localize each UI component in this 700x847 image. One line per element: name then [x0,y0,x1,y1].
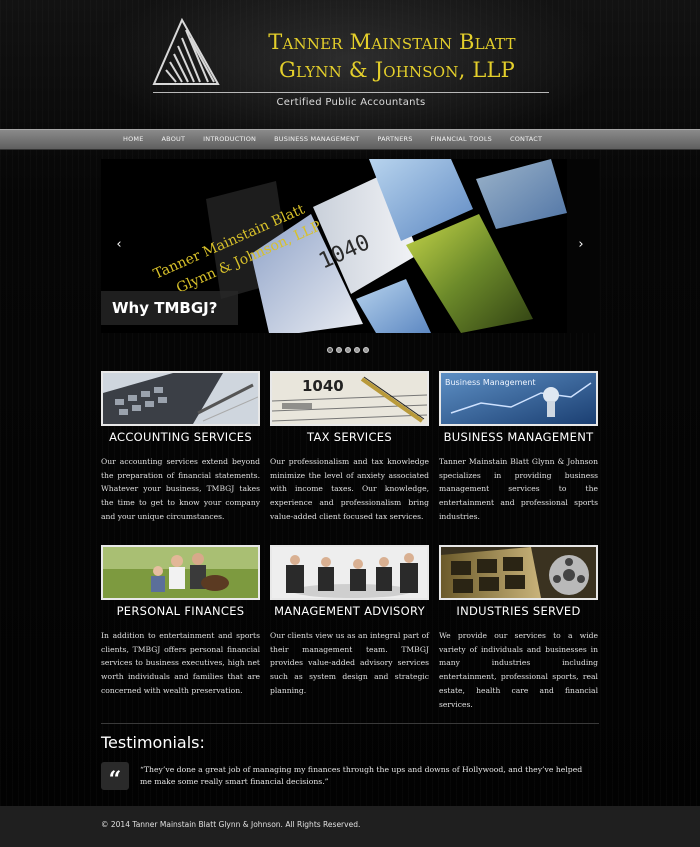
business-image-label: Business Management [445,378,536,387]
service-title[interactable]: MANAGEMENT ADVISORY [270,604,429,620]
service-description: Our professionalism and tax knowledge mi… [270,457,429,521]
firm-logo-icon[interactable] [152,18,222,88]
logo-divider [153,92,549,93]
service-description: Our accounting services extend beyond th… [101,457,260,521]
firm-name-line2: Glynn & Johnson, LLP [279,58,515,82]
tax-image-label: 1040 [302,377,344,395]
firm-name-line1: Tanner Mainstain Blatt [268,30,516,54]
firm-name[interactable]: Tanner Mainstain Blatt Glynn & Johnson, … [222,28,562,84]
hero-slider[interactable]: 1040 Tanner Mainstain Blatt Glynn & John… [101,159,599,333]
service-title[interactable]: INDUSTRIES SERVED [439,604,598,620]
industries-served-image[interactable] [439,545,598,600]
slider-pagination [327,347,372,353]
slider-next-icon[interactable]: › [574,235,588,255]
service-description: Tanner Mainstain Blatt Glynn & Johnson s… [439,457,598,521]
slider-dot[interactable] [363,347,369,353]
testimonials-heading: Testimonials: [101,733,205,752]
service-business-management: Business Management BUSINESS MANAGEMENT … [439,371,598,524]
service-industries-served: INDUSTRIES SERVED We provide our service… [439,545,598,711]
quote-icon: “ [101,762,129,793]
slide-caption[interactable]: Why TMBGJ? [101,291,238,325]
site-header: Tanner Mainstain Blatt Glynn & Johnson, … [0,0,700,130]
site-footer: © 2014 Tanner Mainstain Blatt Glynn & Jo… [0,806,700,847]
slider-dot[interactable] [336,347,342,353]
main-navigation: HOME ABOUT INTRODUCTION BUSINESS MANAGEM… [0,129,700,150]
testimonial-quote: “They’ve done a great job of managing my… [140,765,583,786]
service-management-advisory: MANAGEMENT ADVISORY Our clients view us … [270,545,429,698]
service-title[interactable]: BUSINESS MANAGEMENT [439,430,598,446]
nav-list: HOME ABOUT INTRODUCTION BUSINESS MANAGEM… [114,130,551,149]
service-title[interactable]: PERSONAL FINANCES [101,604,260,620]
nav-item-about[interactable]: ABOUT [153,130,195,149]
accounting-image[interactable] [101,371,260,426]
slider-dot[interactable] [345,347,351,353]
service-description: Our clients view us as an integral part … [270,631,429,695]
business-management-image[interactable]: Business Management [439,371,598,426]
nav-item-business-management[interactable]: BUSINESS MANAGEMENT [265,130,368,149]
service-description: In addition to entertainment and sports … [101,631,260,695]
copyright-text: © 2014 Tanner Mainstain Blatt Glynn & Jo… [101,820,361,829]
service-accounting: ACCOUNTING SERVICES Our accounting servi… [101,371,260,524]
service-tax: 1040 TAX SERVICES Our professionalism an… [270,371,429,524]
personal-finances-image[interactable] [101,545,260,600]
nav-item-financial-tools[interactable]: FINANCIAL TOOLS [422,130,501,149]
slider-dot[interactable] [354,347,360,353]
management-advisory-image[interactable] [270,545,429,600]
nav-item-home[interactable]: HOME [114,130,153,149]
section-divider [101,723,599,724]
tagline: Certified Public Accountants [276,97,426,108]
service-personal-finances: PERSONAL FINANCES In addition to enterta… [101,545,260,698]
tax-image[interactable]: 1040 [270,371,429,426]
service-title[interactable]: TAX SERVICES [270,430,429,446]
nav-item-contact[interactable]: CONTACT [501,130,551,149]
nav-item-partners[interactable]: PARTNERS [368,130,421,149]
slider-prev-icon[interactable]: ‹ [112,235,126,255]
service-title[interactable]: ACCOUNTING SERVICES [101,430,260,446]
service-description: We provide our services to a wide variet… [439,631,598,709]
nav-item-introduction[interactable]: INTRODUCTION [194,130,265,149]
slider-dot[interactable] [327,347,333,353]
